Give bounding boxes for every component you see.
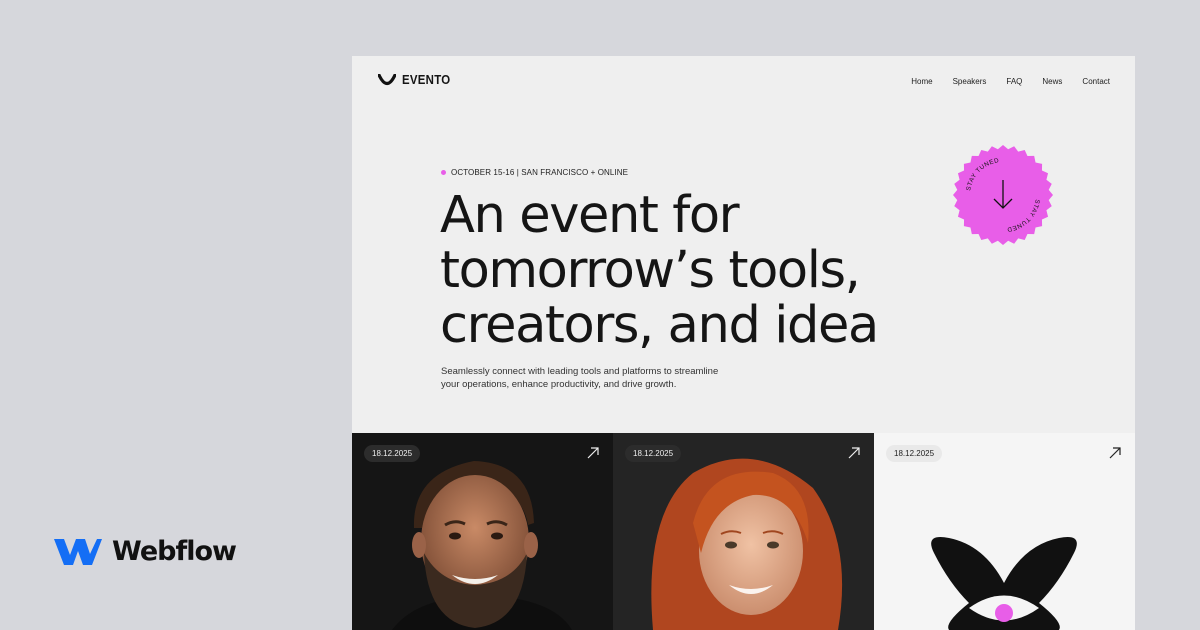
card-date: 18.12.2025 (625, 445, 682, 462)
accent-dot (441, 170, 446, 175)
smile-logo-icon (378, 73, 396, 85)
site-preview: EVENTO Home Speakers FAQ News Contact OC… (352, 56, 1135, 630)
webflow-logo-icon (54, 538, 102, 565)
headline-line: An event for (440, 186, 740, 245)
nav-link-home[interactable]: Home (911, 77, 932, 86)
webflow-brand: Webflow (54, 536, 237, 567)
headline-line: creators, and idea (440, 296, 879, 355)
headline-line: tomorrow’s tools, (440, 241, 861, 300)
event-date-location: OCTOBER 15-16 | SAN FRANCISCO + ONLINE (451, 168, 629, 177)
card-date: 18.12.2025 (364, 445, 421, 462)
abstract-logo-graphic (931, 537, 1077, 630)
site-nav: EVENTO Home Speakers FAQ News Contact (352, 56, 1135, 108)
arrow-up-right-icon[interactable] (1109, 447, 1121, 459)
speaker-card[interactable]: 18.12.2025 (874, 433, 1135, 630)
hero-headline: An event for tomorrow’s tools, creators,… (440, 188, 1000, 353)
card-date: 18.12.2025 (886, 445, 943, 462)
speaker-card[interactable]: 18.12.2025 (613, 433, 874, 630)
nav-link-contact[interactable]: Contact (1082, 77, 1110, 86)
webflow-wordmark: Webflow (112, 536, 237, 567)
nav-link-news[interactable]: News (1042, 77, 1062, 86)
subtext-line: Seamlessly connect with leading tools an… (441, 366, 719, 377)
nav-link-speakers[interactable]: Speakers (953, 77, 987, 86)
speaker-card[interactable]: 18.12.2025 (352, 433, 613, 630)
speaker-photo (392, 461, 572, 630)
event-eyebrow: OCTOBER 15-16 | SAN FRANCISCO + ONLINE (441, 168, 628, 177)
speaker-cards: 18.12.2025 18.12.2025 18.12.2025 (352, 433, 1135, 630)
nav-links: Home Speakers FAQ News Contact (911, 77, 1110, 86)
arrow-up-right-icon[interactable] (848, 447, 860, 459)
site-logo-text: EVENTO (402, 72, 451, 87)
arrow-up-right-icon[interactable] (587, 447, 599, 459)
subtext-line: your operations, enhance productivity, a… (441, 379, 677, 390)
site-logo[interactable]: EVENTO (378, 72, 457, 87)
stay-tuned-badge[interactable]: STAY TUNED STAY TUNED (952, 144, 1054, 246)
nav-link-faq[interactable]: FAQ (1006, 77, 1022, 86)
speaker-photo (651, 458, 843, 630)
hero-subtext: Seamlessly connect with leading tools an… (441, 365, 761, 391)
